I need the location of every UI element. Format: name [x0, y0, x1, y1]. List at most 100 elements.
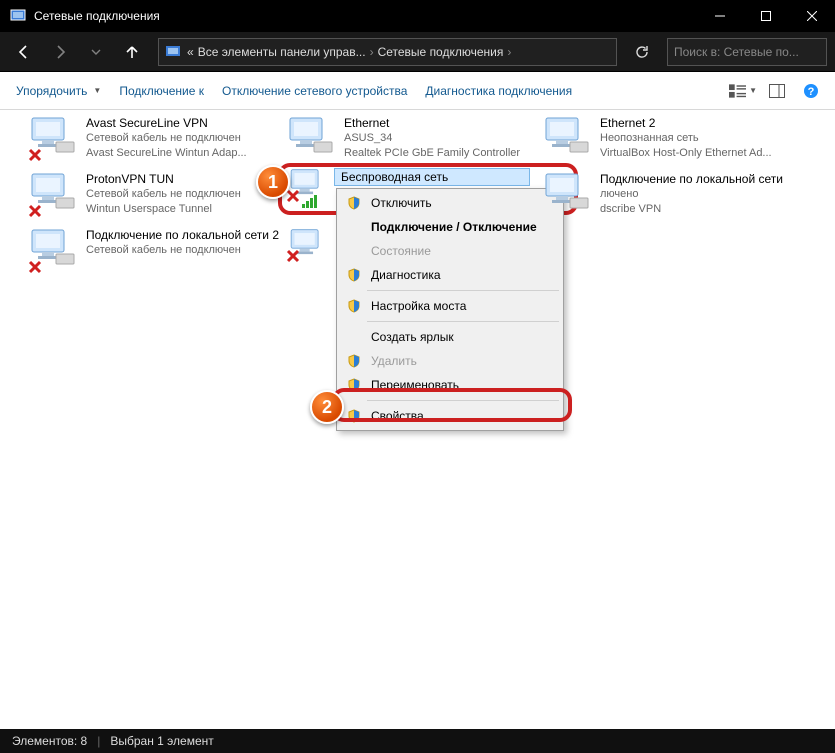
menu-item[interactable]: Свойства: [339, 404, 561, 428]
network-adapter-icon: [28, 172, 80, 216]
connection-status: Сетевой кабель не подключен: [86, 243, 276, 258]
network-adapter-icon: [542, 172, 594, 216]
breadcrumb-seg2[interactable]: Сетевые подключения: [378, 45, 504, 59]
shield-icon: [345, 194, 363, 212]
connection-adapter: Avast SecureLine Wintun Adap...: [86, 146, 247, 161]
shield-icon: [345, 376, 363, 394]
window-title: Сетевые подключения: [34, 9, 697, 23]
breadcrumb-seg1[interactable]: Все элементы панели управ...: [198, 45, 366, 59]
connection-name: Ethernet: [344, 116, 520, 131]
command-bar: Упорядочить▼ Подключение к Отключение се…: [0, 72, 835, 110]
menu-item: Состояние: [339, 239, 561, 263]
connection-name: Avast SecureLine VPN: [86, 116, 247, 131]
blank-icon: [345, 242, 363, 260]
connection-name: Подключение по локальной сети: [600, 172, 783, 187]
chevron-right-icon: ›: [507, 45, 511, 59]
network-adapter-icon: [28, 228, 80, 272]
blank-icon: [345, 218, 363, 236]
selected-connection-label: Беспроводная сеть: [341, 170, 448, 184]
status-item-count: Элементов: 8: [12, 734, 87, 748]
nav-back-button[interactable]: [8, 37, 40, 67]
disable-device-button[interactable]: Отключение сетевого устройства: [216, 80, 413, 102]
menu-item-label: Создать ярлык: [371, 330, 454, 344]
network-adapter-icon: [286, 116, 338, 160]
menu-item-label: Состояние: [371, 244, 431, 258]
content-area: 1 Беспроводная сеть ОтключитьПодключение…: [0, 110, 835, 730]
menu-separator: [367, 290, 559, 291]
menu-item[interactable]: Подключение / Отключение: [339, 215, 561, 239]
address-bar[interactable]: « Все элементы панели управ... › Сетевые…: [158, 38, 617, 66]
connection-item[interactable]: Ethernet 2Неопознанная сетьVirtualBox Ho…: [542, 116, 792, 161]
connection-item[interactable]: Подключение по локальной сети 2Сетевой к…: [28, 228, 278, 272]
nav-up-button[interactable]: [116, 37, 148, 67]
refresh-button[interactable]: [627, 37, 657, 67]
view-options-button[interactable]: ▼: [729, 77, 757, 105]
close-button[interactable]: [789, 0, 835, 32]
connection-adapter: dscribe VPN: [600, 202, 783, 217]
shield-icon: [345, 352, 363, 370]
menu-item[interactable]: Отключить: [339, 191, 561, 215]
menu-item-label: Диагностика: [371, 268, 441, 282]
chevron-right-icon: ›: [370, 45, 374, 59]
maximize-button[interactable]: [743, 0, 789, 32]
title-bar: Сетевые подключения: [0, 0, 835, 32]
connection-adapter: Wintun Userspace Tunnel: [86, 202, 241, 217]
svg-text:?: ?: [808, 86, 815, 98]
nav-forward-button[interactable]: [44, 37, 76, 67]
red-x-icon: [286, 189, 300, 208]
nav-recent-dropdown[interactable]: [80, 37, 112, 67]
connection-status: ASUS_34: [344, 131, 520, 146]
context-menu: Отключить Подключение / Отключение Состоян…: [336, 188, 564, 431]
status-selection: Выбран 1 элемент: [110, 734, 213, 748]
menu-item[interactable]: Переименовать: [339, 373, 561, 397]
menu-item[interactable]: Диагностика: [339, 263, 561, 287]
preview-pane-button[interactable]: [763, 77, 791, 105]
chevron-down-icon: ▼: [93, 86, 101, 95]
search-input[interactable]: Поиск в: Сетевые по...: [667, 38, 827, 66]
connection-item[interactable]: ProtonVPN TUNСетевой кабель не подключен…: [28, 172, 278, 217]
diagnose-button[interactable]: Диагностика подключения: [419, 80, 578, 102]
menu-item[interactable]: Настройка моста: [339, 294, 561, 318]
network-adapter-icon: [28, 116, 80, 160]
shield-icon: [345, 407, 363, 425]
connection-name: ProtonVPN TUN: [86, 172, 241, 187]
selected-connection-icon: [286, 168, 332, 208]
signal-icon: [302, 194, 317, 208]
connection-name: Подключение по локальной сети 2: [86, 228, 279, 243]
connection-name: Ethernet 2: [600, 116, 772, 131]
shield-icon: [345, 297, 363, 315]
menu-item-label: Свойства: [371, 409, 424, 423]
nav-bar: « Все элементы панели управ... › Сетевые…: [0, 32, 835, 72]
app-icon: [10, 8, 26, 24]
connection-status: лючено: [600, 187, 783, 202]
menu-item: Удалить: [339, 349, 561, 373]
status-bar: Элементов: 8 | Выбран 1 элемент: [0, 729, 835, 753]
connection-adapter: VirtualBox Host-Only Ethernet Ad...: [600, 146, 772, 161]
selected-connection-header[interactable]: Беспроводная сеть: [334, 168, 530, 186]
menu-item-label: Подключение / Отключение: [371, 220, 537, 234]
connection-item[interactable]: Avast SecureLine VPNСетевой кабель не по…: [28, 116, 278, 161]
help-button[interactable]: ?: [797, 77, 825, 105]
connection-item[interactable]: Подключение по локальной сетилюченоdscri…: [542, 172, 792, 217]
search-placeholder: Поиск в: Сетевые по...: [674, 45, 799, 59]
menu-separator: [367, 400, 559, 401]
menu-separator: [367, 321, 559, 322]
red-x-icon: [286, 249, 300, 268]
menu-item-label: Отключить: [371, 196, 432, 210]
menu-item[interactable]: Создать ярлык: [339, 325, 561, 349]
menu-item-label: Настройка моста: [371, 299, 466, 313]
organize-menu[interactable]: Упорядочить▼: [10, 80, 107, 102]
connection-adapter: Realtek PCIe GbE Family Controller: [344, 146, 520, 161]
connection-item[interactable]: EthernetASUS_34Realtek PCIe GbE Family C…: [286, 116, 536, 161]
location-icon: [165, 43, 183, 61]
connect-to-button[interactable]: Подключение к: [113, 80, 210, 102]
connection-status: Неопознанная сеть: [600, 131, 772, 146]
red-x-icon: [28, 204, 42, 218]
shield-icon: [345, 266, 363, 284]
minimize-button[interactable]: [697, 0, 743, 32]
red-x-icon: [28, 260, 42, 274]
connection-icon-partial: [286, 228, 332, 268]
connection-status: Сетевой кабель не подключен: [86, 187, 241, 202]
status-separator: |: [97, 734, 100, 748]
blank-icon: [345, 328, 363, 346]
